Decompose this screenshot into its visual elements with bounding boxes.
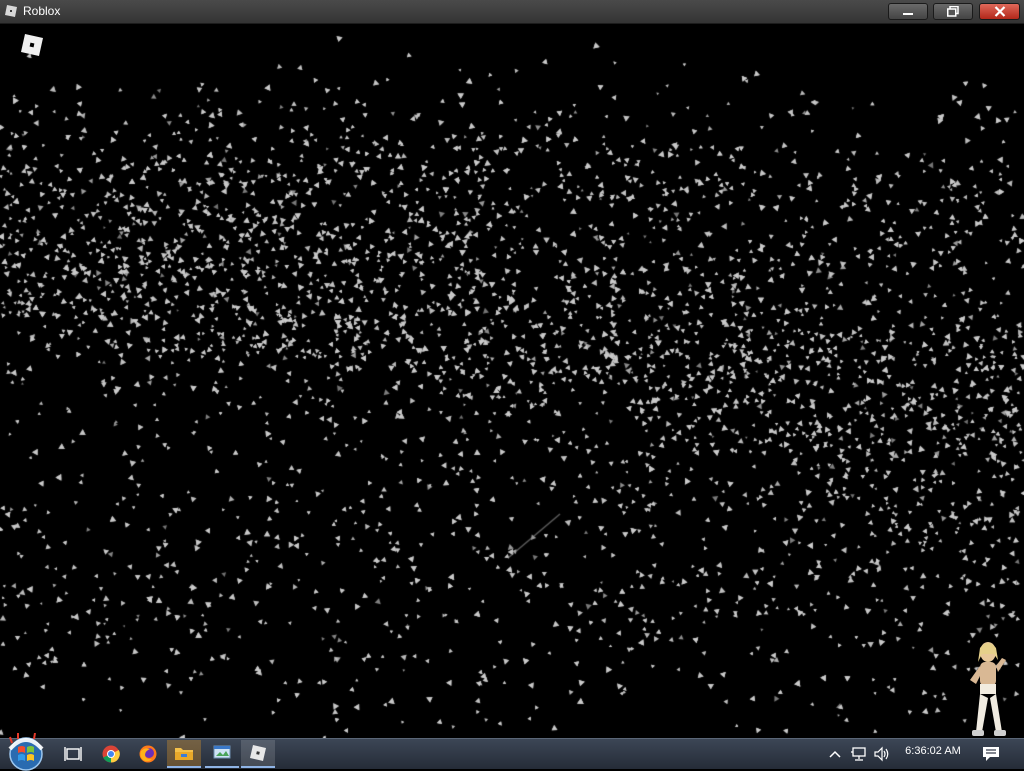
dancer-sprite-icon: [970, 642, 1006, 736]
taskbar-file-explorer[interactable]: [167, 740, 201, 768]
network-icon: [851, 747, 866, 761]
taskbar-roblox[interactable]: [241, 740, 275, 768]
game-viewport[interactable]: [0, 24, 1024, 738]
window-title: Roblox: [23, 4, 61, 18]
window-capture-icon: [213, 745, 231, 759]
taskbar: 6:36:02 AM: [0, 733, 1024, 771]
volume-icon: [874, 746, 889, 762]
volume-button[interactable]: [872, 739, 892, 769]
taskbar-clock[interactable]: 6:36:02 AM: [897, 745, 969, 757]
task-view-icon: [64, 747, 82, 761]
show-hidden-icons-button[interactable]: [826, 739, 844, 769]
roblox-icon: [250, 745, 266, 761]
close-icon: [994, 6, 1005, 17]
network-button[interactable]: [849, 739, 869, 769]
action-center-button[interactable]: [980, 739, 1002, 769]
minimize-button[interactable]: [888, 3, 928, 20]
taskbar-chrome[interactable]: [94, 740, 128, 768]
file-explorer-icon: [175, 748, 193, 760]
firefox-icon: [139, 745, 157, 763]
taskbar-window-capture[interactable]: [205, 740, 239, 768]
roblox-menu-icon[interactable]: [20, 33, 44, 57]
close-button[interactable]: [979, 3, 1020, 20]
roblox-logo-icon: [5, 5, 17, 17]
taskbar-firefox[interactable]: [131, 740, 165, 768]
task-view-button[interactable]: [56, 740, 90, 768]
windows-start-icon[interactable]: [6, 733, 46, 771]
minimize-icon: [903, 12, 913, 15]
chrome-icon: [102, 745, 120, 763]
maximize-icon: [947, 6, 959, 17]
particle-field: [0, 24, 1024, 738]
notification-icon: [983, 747, 999, 761]
chevron-up-icon: [829, 750, 841, 758]
maximize-button[interactable]: [933, 3, 973, 20]
title-bar[interactable]: Roblox: [0, 0, 1024, 24]
